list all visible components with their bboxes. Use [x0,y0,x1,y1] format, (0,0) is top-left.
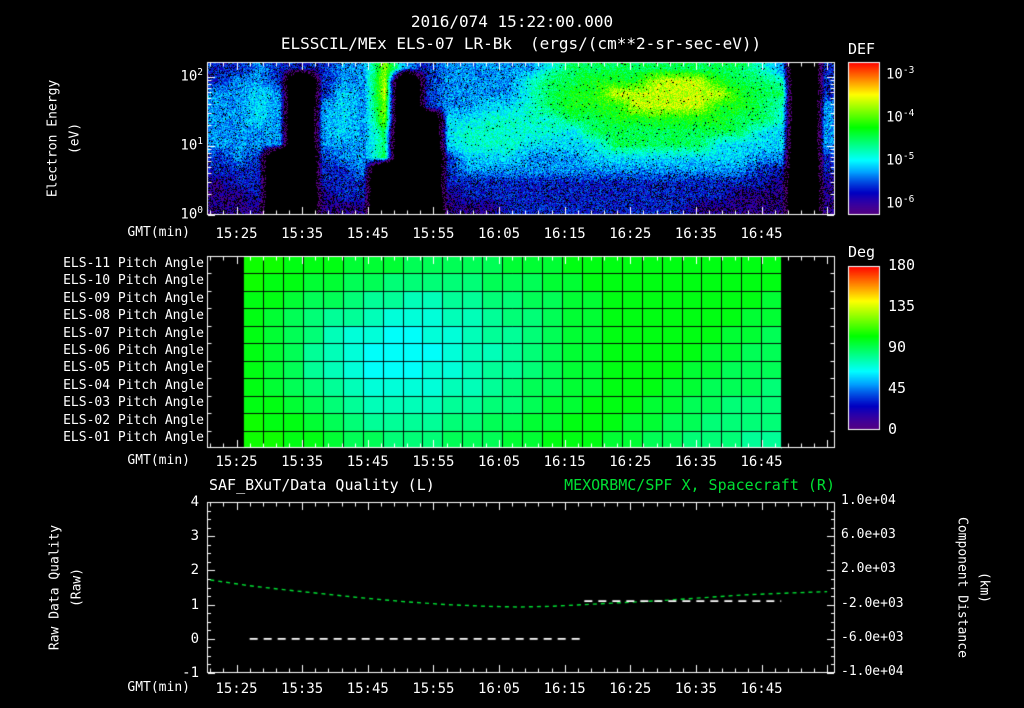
distance-tick-label: 6.0e+03 [841,527,896,543]
sddas-plot-window: 2016/074 15:22:00.000 ELSSCIL/MEx ELS-07… [0,0,1024,708]
pitch-row-label: ELS-07 Pitch Angle [63,325,204,341]
raw-units-label: (Raw) [69,567,85,608]
time-tick-label-panel2: 16:25 [609,454,652,470]
time-tick-label-panel2: 16:15 [543,454,586,470]
deg-tick-label: 45 [888,379,907,397]
distance-tick-label: -1.0e+04 [841,664,904,679]
pitch-row-label: ELS-11 Pitch Angle [63,255,204,271]
datetime-title: 2016/074 15:22:00.000 [410,12,614,31]
energy-tick-label: 100 [180,205,203,223]
pitch-row-label: ELS-04 Pitch Angle [63,377,204,393]
time-tick-label-panel2: 16:35 [674,454,717,470]
quality-tick-label: 1 [190,596,199,613]
time-tick-label-panel2: 15:45 [346,454,389,470]
time-tick-label-panel3: 16:05 [477,681,521,697]
deg-tick-label: 0 [888,420,898,438]
quality-tick-label: 3 [190,528,199,545]
time-tick-label-panel2: 15:55 [412,454,455,470]
def-colorbar-title: DEF [848,40,876,58]
raw-data-quality-label: Raw Data Quality [47,524,63,651]
deg-tick-label: 135 [888,297,916,315]
time-tick-label-panel3: 16:15 [543,681,586,697]
plot-title-row: ELSSCIL/MEx ELS-07 LR-Bk (ergs/(cm**2-sr… [280,34,762,53]
time-tick-label-panel2: 15:35 [281,454,324,470]
time-tick-label-panel1: 16:45 [740,226,783,242]
component-distance-label: Component Distance [954,517,970,658]
pitch-row-label: ELS-01 Pitch Angle [63,430,204,446]
quality-tick-label: 4 [190,494,199,510]
time-tick-label-panel1: 16:35 [674,226,717,242]
pitch-row-label: ELS-08 Pitch Angle [63,308,204,324]
energy-tick-label: 102 [180,67,203,85]
deg-tick-label: 90 [888,338,907,356]
time-tick-label-panel1: 16:25 [609,226,652,242]
distance-tick-label: -6.0e+03 [841,629,904,645]
quality-tick-label: 0 [190,630,199,647]
time-tick-label-panel3: 16:35 [674,681,717,697]
time-tick-label-panel3: 16:45 [740,681,783,697]
time-tick-label-panel2: 15:25 [215,454,258,470]
time-tick-label-panel2: 16:05 [477,454,521,470]
time-tick-label-panel1: 15:25 [215,226,258,242]
distance-tick-label: -2.0e+03 [841,595,904,611]
def-tick-label: 10-5 [886,151,915,169]
bottom-title-right: MEXORBMC/SPF X, Spacecraft (R) [564,476,835,494]
pitch-row-label: ELS-05 Pitch Angle [63,360,204,376]
electron-energy-units-label: (eV) [67,122,83,155]
time-tick-label-panel2: 16:45 [740,454,783,470]
def-tick-label: 10-6 [886,194,915,212]
gmt-label-panel3: GMT(min) [127,680,190,695]
pitch-row-label: ELS-06 Pitch Angle [63,343,204,358]
time-tick-label-panel1: 15:45 [346,226,389,242]
quality-tick-label: 2 [190,562,199,579]
gmt-label-panel2: GMT(min) [127,453,190,468]
distance-tick-label: 2.0e+03 [841,561,896,577]
time-tick-label-panel3: 15:35 [281,681,324,697]
pitch-row-label: ELS-03 Pitch Angle [63,395,204,411]
pitch-row-label: ELS-09 Pitch Angle [63,290,204,306]
deg-tick-label: 180 [888,256,916,274]
time-tick-label-panel1: 16:05 [477,226,521,242]
time-tick-label-panel1: 16:15 [543,226,586,242]
time-tick-label-panel3: 16:25 [609,681,652,697]
energy-tick-label: 101 [180,136,203,154]
time-tick-label-panel3: 15:25 [215,681,258,697]
time-tick-label-panel1: 15:55 [412,226,455,242]
time-tick-label-panel1: 15:35 [281,226,324,242]
bottom-title-left: SAF_BXuT/Data Quality (L) [209,476,435,494]
units-title: (ergs/(cm**2-sr-sec-eV)) [530,34,762,53]
quality-tick-label: -1 [182,665,199,681]
instrument-title: ELSSCIL/MEx ELS-07 LR-Bk [280,34,512,53]
def-tick-label: 10-4 [886,108,915,126]
distance-tick-label: 1.0e+04 [841,493,896,508]
time-tick-label-panel3: 15:55 [412,681,455,697]
pitch-row-label: ELS-10 Pitch Angle [63,273,204,289]
def-tick-label: 10-3 [886,65,915,83]
deg-colorbar-title: Deg [848,243,876,261]
gmt-label-panel1: GMT(min) [127,225,190,240]
electron-energy-label: Electron Energy [45,79,61,198]
km-units-label: (km) [976,571,992,604]
pitch-row-label: ELS-02 Pitch Angle [63,412,204,428]
time-tick-label-panel3: 15:45 [346,681,389,697]
